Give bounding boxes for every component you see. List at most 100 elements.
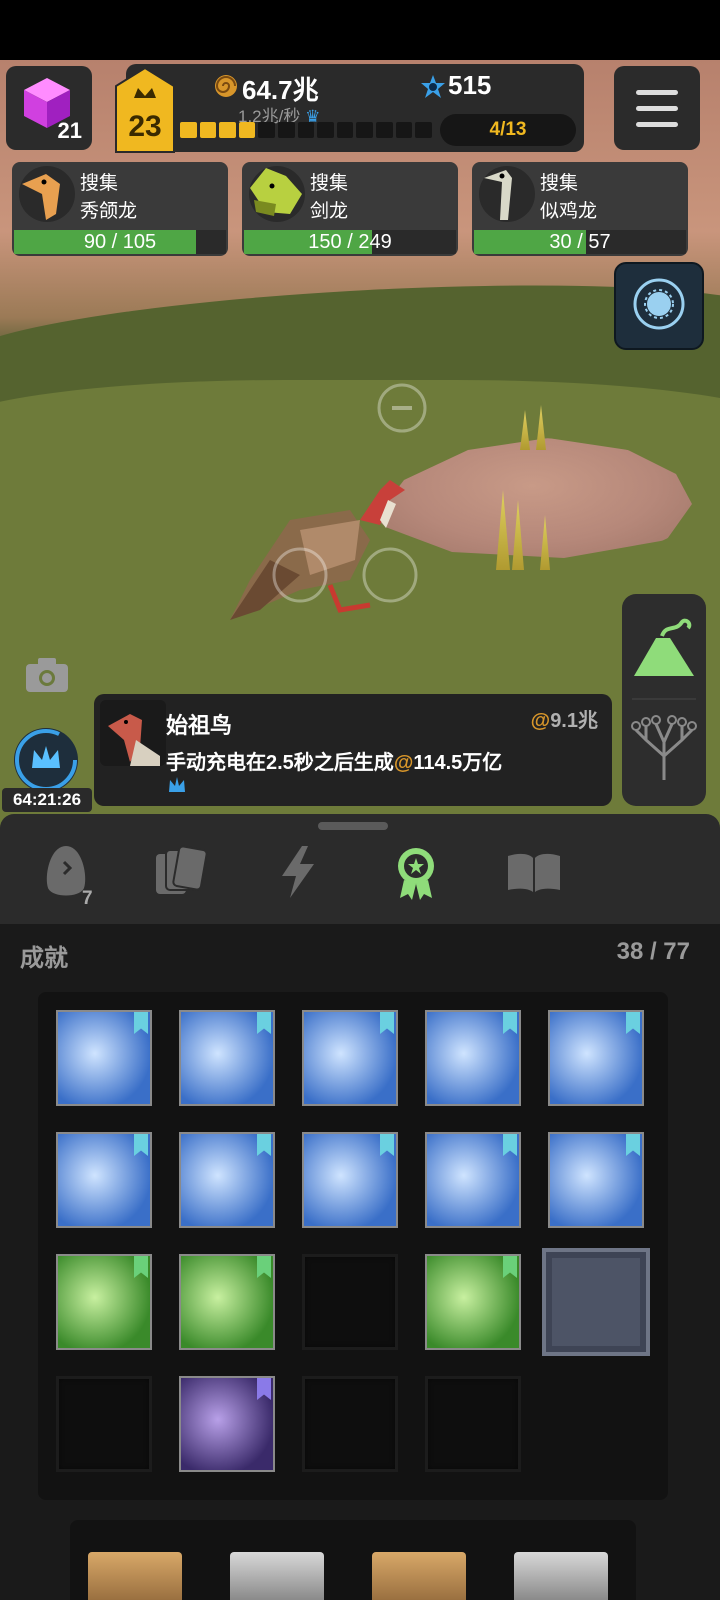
dino-price: @9.1兆 [531,704,598,733]
collect-action: 搜集 [310,173,349,194]
bookmark-flag-icon [134,1134,148,1156]
tab-lightning[interactable] [268,842,328,902]
xp-segment [395,122,413,138]
achievement-tile-blue-rock[interactable] [425,1010,521,1106]
collect-progress-bar: 30 / 57 [474,230,686,254]
collect-progress-bar: 150 / 249 [244,230,456,254]
achievement-tile-blue-dna[interactable] [56,1010,152,1106]
gem-cube-button[interactable]: 21 [6,66,92,150]
gallimimus-avatar [479,166,535,222]
xp-segment [376,122,393,138]
achievement-tile-green-skull[interactable] [56,1254,152,1350]
bookmark-flag-icon [257,1378,271,1400]
menu-line [636,90,678,95]
archaeopteryx-portrait [100,700,166,766]
amber-spiral-icon: @ [530,710,551,732]
xp-segment [180,122,197,138]
cube-count: 21 [57,118,82,143]
archaeopteryx-model[interactable] [230,480,420,630]
collect-progress-text: 30 / 57 [549,231,611,253]
achievement-tile-partial[interactable] [514,1552,608,1600]
bookmark-flag-icon [503,1256,517,1278]
collect-dino-name: 似鸡龙 [540,201,598,222]
tab-cards[interactable] [150,842,210,902]
achievement-grid [38,992,668,1500]
collect-card[interactable]: 搜集 似鸡龙 30 / 57 [472,162,688,256]
bookmark-flag-icon [503,1134,517,1156]
achievement-tile-blue-jellyfish[interactable] [179,1010,275,1106]
menu-button[interactable] [614,66,700,150]
collect-progress-bar: 90 / 105 [14,230,226,254]
evolution-tree-icon[interactable] [630,712,698,784]
amber-spiral-icon [215,75,237,97]
achievement-tile-blue-face-2[interactable] [179,1132,275,1228]
dna-crown-icon [169,777,185,792]
dino-info-card[interactable]: 始祖鸟 @9.1兆 手动充电在2.5秒之后生成@114.5万亿 [94,694,612,806]
achievement-tile-selected[interactable] [542,1248,650,1356]
dino-price-value: 9.1兆 [550,710,598,732]
volcano-icon[interactable] [630,614,698,684]
tab-achievements[interactable] [386,842,446,902]
bookmark-flag-icon [626,1134,640,1156]
dna-boost-timer-icon[interactable] [12,726,80,794]
dino-name: 始祖鸟 [166,713,233,738]
side-action-panel [622,594,706,806]
desc-mid: 之后生成 [313,752,394,774]
xp-segment [317,122,334,138]
xp-segment [278,122,295,138]
achievement-tile-purple-sphere[interactable] [179,1376,275,1472]
xp-segment [258,122,276,138]
bookmark-flag-icon [257,1134,271,1156]
desc-amount: 114.5万亿 [413,752,503,774]
asteroid-orbit-button[interactable] [614,262,704,350]
xp-segment [336,122,354,138]
bookmark-flag-icon [503,1012,517,1034]
achievement-tile-partial[interactable] [230,1552,324,1600]
dna-amount: 515 [448,70,492,100]
achievements-title: 成就 [20,945,68,972]
achievement-tile-locked[interactable] [56,1376,152,1472]
bookmark-flag-icon [626,1012,640,1034]
achievement-tile-blue-fish[interactable] [302,1010,398,1106]
collect-dino-name: 秀颌龙 [80,201,138,222]
menu-line [636,106,678,111]
action-ring-icon[interactable] [376,382,428,434]
stegosaurus-avatar [249,166,305,222]
achievement-tile-partial[interactable] [372,1552,466,1600]
achievement-tile-locked[interactable] [302,1376,398,1472]
desc-time: 2.5秒 [266,752,314,774]
orbit-icon [633,278,685,330]
player-level: 23 [128,110,162,143]
achievement-tile-locked[interactable] [425,1376,521,1472]
achievement-tile-blue-whale[interactable] [425,1132,521,1228]
compsognathus-avatar [19,166,75,222]
xp-segment [297,122,315,138]
collect-card[interactable]: 搜集 剑龙 150 / 249 [242,162,458,256]
collect-card[interactable]: 搜集 秀颌龙 90 / 105 [12,162,228,256]
camera-icon[interactable] [24,656,70,694]
achievement-tile-locked[interactable] [302,1254,398,1350]
xp-segment [199,122,217,138]
bookmark-flag-icon [134,1256,148,1278]
collect-action: 搜集 [540,173,579,194]
divider [632,698,696,700]
tab-encyclopedia[interactable] [504,842,564,902]
collect-progress-text: 90 / 105 [83,231,157,253]
achievement-tile-partial[interactable] [88,1552,182,1600]
achievement-tile-green-skull-2[interactable] [425,1254,521,1350]
boost-timer: 64:21:26 [2,788,92,812]
stage-progress[interactable]: 4/13 [440,114,576,146]
xp-segment [415,122,432,138]
achievement-tile-blue-skull[interactable] [302,1132,398,1228]
xp-segment [238,122,256,138]
menu-line [636,122,678,127]
bookmark-flag-icon [134,1012,148,1034]
sheet-drag-handle[interactable] [318,822,388,830]
achievement-tile-green-light[interactable] [179,1254,275,1350]
achievement-tile-blue-lion[interactable] [548,1132,644,1228]
xp-segment [356,122,374,138]
achievement-tile-blue-humans[interactable] [548,1010,644,1106]
collect-dino-name: 剑龙 [310,201,349,222]
dna-star-icon [421,75,445,98]
achievement-tile-blue-face[interactable] [56,1132,152,1228]
